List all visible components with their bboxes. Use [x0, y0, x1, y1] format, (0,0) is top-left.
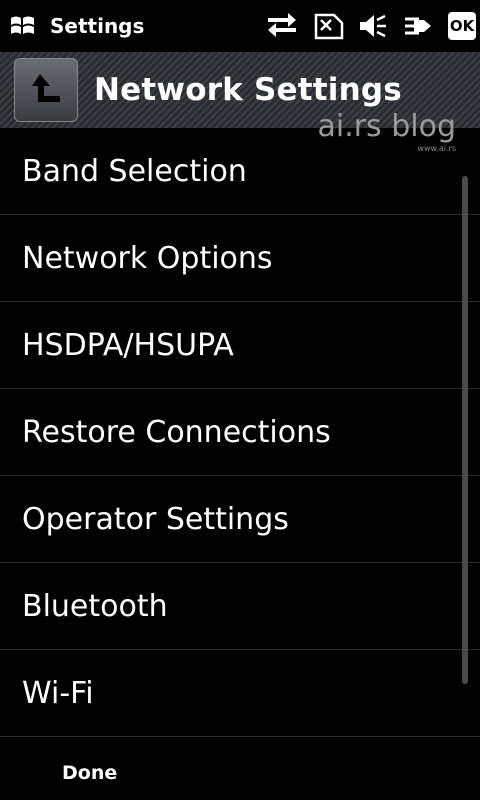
status-bar: Settings OK	[0, 0, 480, 52]
page-title: Network Settings	[94, 72, 402, 108]
list-item-label: HSDPA/HSUPA	[22, 327, 234, 363]
back-arrow-icon	[28, 70, 64, 110]
done-button[interactable]: Done	[62, 762, 117, 784]
settings-list: Band Selection Network Options HSDPA/HSU…	[0, 128, 480, 737]
bottom-bar: Done	[0, 740, 480, 800]
back-button[interactable]	[14, 58, 78, 122]
list-item-label: Band Selection	[22, 153, 247, 189]
list-item-label: Bluetooth	[22, 588, 168, 624]
data-transfer-icon[interactable]	[266, 11, 298, 41]
scrollbar[interactable]	[462, 176, 468, 684]
list-item-label: Wi-Fi	[22, 675, 94, 711]
list-item-label: Network Options	[22, 240, 273, 276]
list-item-network-options[interactable]: Network Options	[0, 215, 480, 302]
windows-start-icon[interactable]	[6, 11, 40, 41]
list-item-bluetooth[interactable]: Bluetooth	[0, 563, 480, 650]
list-item-wifi[interactable]: Wi-Fi	[0, 650, 480, 737]
list-item-label: Restore Connections	[22, 414, 331, 450]
list-item-hsdpa-hsupa[interactable]: HSDPA/HSUPA	[0, 302, 480, 389]
volume-mute-icon[interactable]	[358, 11, 388, 41]
status-title[interactable]: Settings	[50, 14, 144, 38]
ok-button[interactable]: OK	[448, 12, 476, 40]
list-item-label: Operator Settings	[22, 501, 289, 537]
power-plug-icon[interactable]	[402, 11, 434, 41]
list-item-band-selection[interactable]: Band Selection	[0, 128, 480, 215]
list-item-operator-settings[interactable]: Operator Settings	[0, 476, 480, 563]
no-sim-icon[interactable]	[312, 11, 344, 41]
list-item-restore-connections[interactable]: Restore Connections	[0, 389, 480, 476]
